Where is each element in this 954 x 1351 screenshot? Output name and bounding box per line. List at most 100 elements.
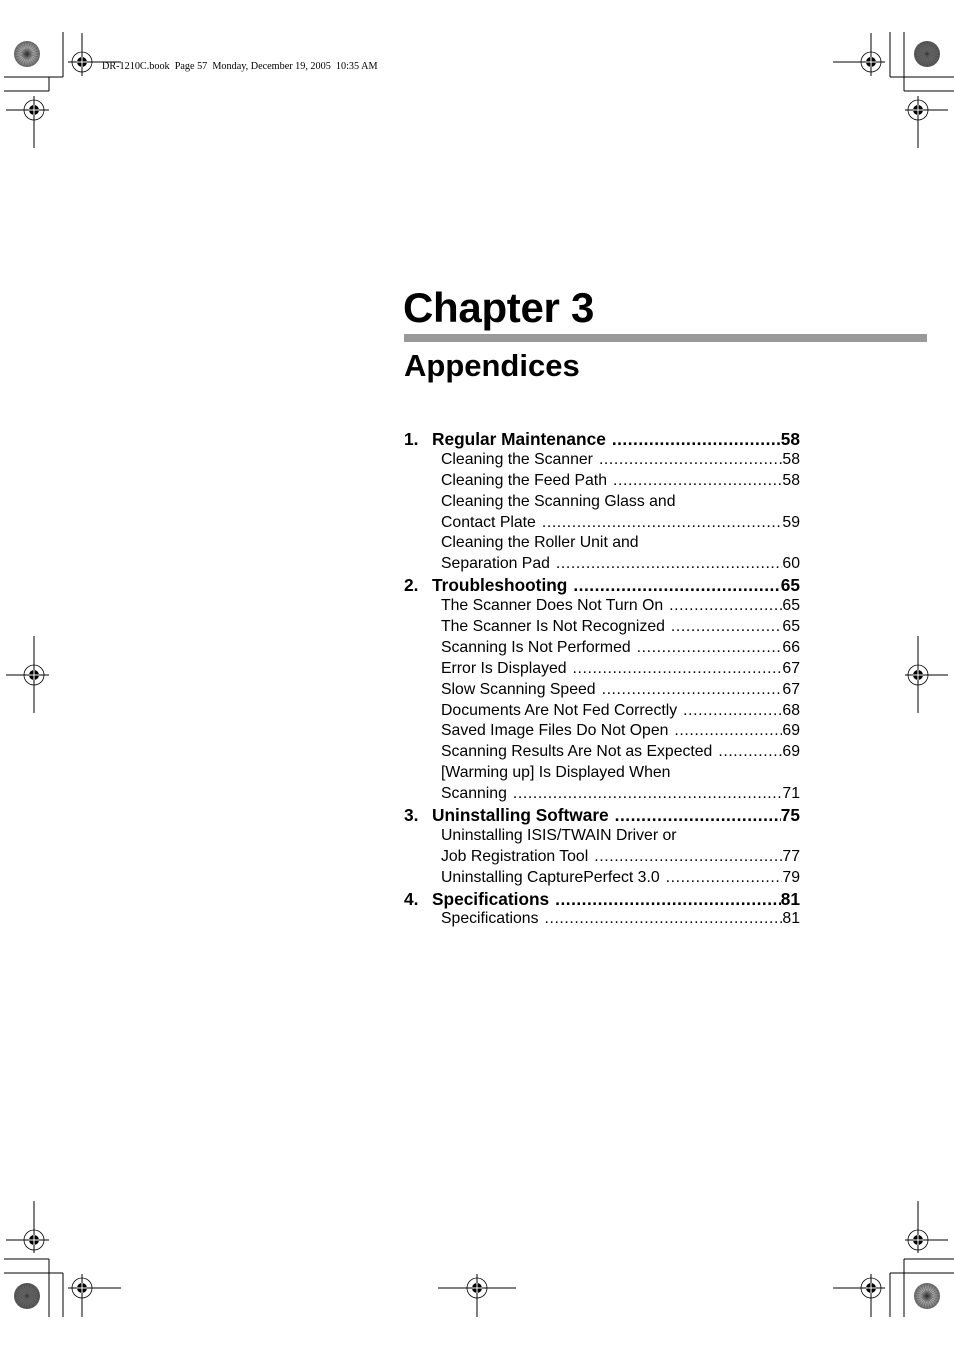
color-calibration-target-icon [14, 41, 40, 67]
toc-entry-label: Troubleshooting [432, 575, 568, 596]
toc-dot-leader: ........................................… [665, 868, 783, 886]
toc-entry-label: Documents Are Not Fed Correctly [441, 701, 678, 719]
toc-page-number: 81 [780, 888, 800, 909]
toc-page-number: 60 [782, 555, 800, 573]
toc-dot-leader: ........................................… [555, 555, 783, 573]
toc-page-number: 65 [782, 618, 800, 636]
toc-entry-label: Uninstalling CapturePerfect 3.0 [441, 868, 660, 886]
toc-subentry[interactable]: Scanning Is Not Performed...............… [404, 638, 800, 659]
toc-dot-leader: ........................................… [573, 575, 781, 596]
toc-page-number: 69 [782, 743, 800, 761]
toc-page-number: 65 [780, 575, 800, 596]
toc-section-number: 2. [404, 575, 419, 596]
toc-subentry[interactable]: Uninstalling CapturePerfect 3.0.........… [404, 868, 800, 889]
toc-subentry[interactable]: The Scanner Does Not Turn On............… [404, 596, 800, 617]
toc-page-number: 75 [780, 805, 800, 826]
chapter-divider-rule [404, 334, 927, 342]
toc-entry-label: Scanning Results Are Not as Expected [441, 743, 713, 761]
toc-entry-label: Separation Pad [441, 555, 550, 573]
toc-entry-label: Scanning Is Not Performed [441, 638, 631, 656]
toc-entry-label: Cleaning the Roller Unit and [441, 534, 639, 552]
toc-entry-label: Error Is Displayed [441, 659, 567, 677]
toc-section-number: 3. [404, 805, 419, 826]
toc-subentry[interactable]: Scanning................................… [404, 784, 800, 805]
toc-subentry[interactable]: Uninstalling ISIS/TWAIN Driver or [404, 826, 800, 847]
toc-dot-leader: ........................................… [601, 680, 783, 698]
toc-dot-leader: ........................................… [614, 805, 781, 826]
toc-entry-label: Specifications [441, 910, 539, 928]
toc-dot-leader: ........................................… [669, 597, 782, 615]
toc-section-entry[interactable]: 3. Uninstalling Software.................… [404, 805, 800, 826]
print-slug-header: DR-1210C.book Page 57 Monday, December 1… [102, 61, 378, 72]
toc-subentry[interactable]: Job Registration Tool...................… [404, 847, 800, 868]
toc-dot-leader: ........................................… [598, 450, 783, 468]
toc-page-number: 58 [782, 450, 800, 468]
color-calibration-target-icon [914, 41, 940, 67]
toc-entry-label: Slow Scanning Speed [441, 680, 596, 698]
toc-subentry[interactable]: Cleaning the Feed Path..................… [404, 471, 800, 492]
toc-page-number: 81 [782, 910, 800, 928]
toc-entry-label: Uninstalling Software [432, 805, 609, 826]
toc-dot-leader: ........................................… [718, 743, 783, 761]
toc-page-number: 68 [782, 701, 800, 719]
toc-subentry[interactable]: Cleaning the Scanner....................… [404, 450, 800, 471]
toc-page-number: 67 [782, 680, 800, 698]
toc-page-number: 59 [782, 513, 800, 531]
toc-dot-leader: ........................................… [512, 785, 783, 803]
toc-section-entry[interactable]: 1. Regular Maintenance...................… [404, 429, 800, 450]
toc-subentry[interactable]: Cleaning the Scanning Glass and [404, 492, 800, 513]
toc-entry-label: Saved Image Files Do Not Open [441, 722, 669, 740]
toc-subentry[interactable]: Separation Pad..........................… [404, 554, 800, 575]
toc-page-number: 77 [782, 847, 800, 865]
toc-section-entry[interactable]: 2. Troubleshooting.......................… [404, 575, 800, 596]
toc-entry-label: The Scanner Does Not Turn On [441, 597, 664, 615]
toc-dot-leader: ........................................… [611, 429, 781, 449]
toc-dot-leader: ........................................… [683, 701, 783, 719]
toc-entry-label: [Warming up] Is Displayed When [441, 764, 671, 782]
toc-dot-leader: ........................................… [594, 847, 782, 865]
toc-entry-label: Cleaning the Scanning Glass and [441, 492, 676, 510]
toc-subentry[interactable]: [Warming up] Is Displayed When [404, 763, 800, 784]
toc-subentry[interactable]: Documents Are Not Fed Correctly.........… [404, 701, 800, 722]
toc-entry-label: Cleaning the Feed Path [441, 471, 607, 489]
toc-section-entry[interactable]: 4. Specifications........................… [404, 889, 800, 910]
toc-page-number: 65 [782, 597, 800, 615]
toc-entry-label: Regular Maintenance [432, 429, 606, 449]
toc-dot-leader: ........................................… [572, 659, 783, 677]
toc-entry-label: Job Registration Tool [441, 847, 589, 865]
toc-dot-leader: ........................................… [670, 618, 783, 636]
toc-section-number: 1. [404, 429, 419, 449]
toc-page-number: 66 [782, 638, 800, 656]
toc-entry-label: Scanning [441, 785, 507, 803]
color-calibration-target-icon [14, 1283, 40, 1309]
toc-subentry[interactable]: Error Is Displayed......................… [404, 659, 800, 680]
toc-subentry[interactable]: Scanning Results Are Not as Expected....… [404, 742, 800, 763]
toc-subentry[interactable]: Saved Image Files Do Not Open...........… [404, 721, 800, 742]
toc-subentry[interactable]: Slow Scanning Speed.....................… [404, 680, 800, 701]
chapter-title: Chapter 3 [403, 284, 595, 331]
toc-dot-leader: ........................................… [636, 638, 783, 656]
toc-dot-leader: ........................................… [674, 722, 783, 740]
toc-page-number: 58 [780, 429, 800, 449]
toc-page-number: 79 [782, 868, 800, 886]
toc-section-number: 4. [404, 888, 419, 909]
toc-entry-label: Uninstalling ISIS/TWAIN Driver or [441, 826, 677, 844]
toc-page-number: 58 [782, 471, 800, 489]
section-title: Appendices [404, 348, 580, 383]
toc-dot-leader: ........................................… [544, 910, 782, 928]
toc-dot-leader: ........................................… [612, 471, 783, 489]
toc-page-number: 71 [782, 785, 800, 803]
toc-page-number: 67 [782, 659, 800, 677]
toc-subentry[interactable]: Contact Plate...........................… [404, 513, 800, 534]
toc-page-number: 69 [782, 722, 800, 740]
toc-entry-label: The Scanner Is Not Recognized [441, 618, 665, 636]
toc-subentry[interactable]: Cleaning the Roller Unit and [404, 533, 800, 554]
toc-subentry[interactable]: The Scanner Is Not Recognized...........… [404, 617, 800, 638]
toc-dot-leader: ........................................… [555, 888, 781, 909]
toc-subentry[interactable]: Specifications..........................… [404, 909, 800, 930]
table-of-contents: 1. Regular Maintenance...................… [404, 429, 800, 930]
color-calibration-target-icon [914, 1283, 940, 1309]
toc-entry-label: Cleaning the Scanner [441, 450, 593, 468]
toc-entry-label: Contact Plate [441, 513, 536, 531]
toc-dot-leader: ........................................… [541, 513, 783, 531]
